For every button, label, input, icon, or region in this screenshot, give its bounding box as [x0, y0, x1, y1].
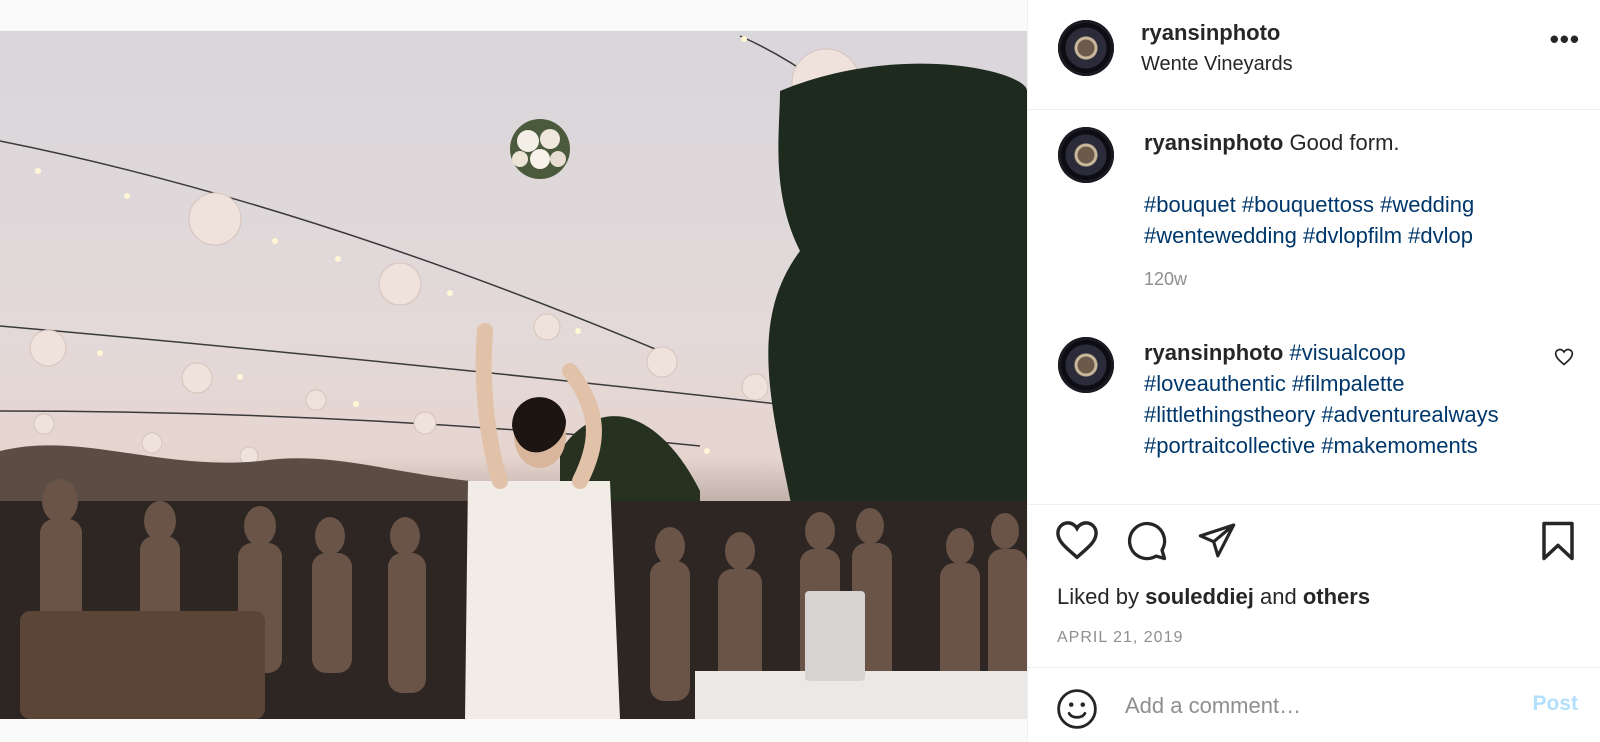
paper-plane-icon[interactable] [1195, 520, 1239, 565]
comments-list: ryansinphoto Good form. #bouquet #bouque… [1028, 111, 1600, 505]
comment-bubble-icon[interactable] [1125, 520, 1169, 567]
bouquet [510, 119, 570, 179]
wine-barrel [20, 611, 265, 719]
bride [465, 323, 620, 719]
likes-others-link[interactable]: others [1303, 584, 1370, 609]
comment-timestamp[interactable]: 120w [1144, 269, 1187, 290]
post-header: ryansinphoto Wente Vineyards ••• [1028, 0, 1600, 110]
comment-text: ryansinphoto #visualcoop #loveauthentic … [1144, 337, 1544, 461]
post-side-panel: ryansinphoto Wente Vineyards ••• ryansin… [1027, 0, 1600, 742]
caption-hashtags[interactable]: #bouquet #bouquettoss #wedding #wentewed… [1144, 189, 1544, 251]
comment-input[interactable] [1125, 686, 1505, 726]
caption: ryansinphoto Good form. #bouquet #bouque… [1028, 111, 1600, 311]
glass-vase [805, 591, 865, 681]
comment-username[interactable]: ryansinphoto [1144, 130, 1283, 155]
photo-pane [0, 0, 1027, 742]
post-username[interactable]: ryansinphoto [1141, 20, 1280, 46]
comment-like-heart-icon[interactable] [1554, 347, 1574, 372]
heart-icon[interactable] [1055, 520, 1099, 565]
avatar[interactable] [1058, 127, 1114, 183]
likes-prefix: Liked by [1057, 584, 1139, 609]
avatar[interactable] [1058, 337, 1114, 393]
avatar[interactable] [1058, 20, 1114, 76]
photo-illustration [0, 35, 1027, 719]
comment-item: ryansinphoto #visualcoop #loveauthentic … [1028, 321, 1600, 504]
liked-by-user[interactable]: souleddiej [1145, 584, 1254, 609]
caption-text: ryansinphoto Good form. #bouquet #bouque… [1144, 127, 1544, 251]
action-bar [1028, 520, 1600, 570]
likes-summary: Liked by souleddiej and others [1057, 584, 1370, 610]
caption-body: Good form. [1289, 130, 1400, 155]
post-comment-button[interactable]: Post [1532, 692, 1578, 716]
post-date[interactable]: APRIL 21, 2019 [1057, 629, 1183, 647]
comment-username[interactable]: ryansinphoto [1144, 340, 1283, 365]
light-bulbs [35, 36, 861, 454]
post-location[interactable]: Wente Vineyards [1141, 53, 1293, 76]
likes-joiner: and [1260, 584, 1297, 609]
emoji-icon[interactable] [1056, 688, 1098, 735]
post-photo[interactable] [0, 31, 1027, 719]
tree [768, 63, 1027, 551]
more-horizontal-icon[interactable]: ••• [1550, 24, 1580, 55]
bookmark-icon[interactable] [1539, 520, 1577, 567]
add-comment-bar: Post [1028, 667, 1600, 742]
